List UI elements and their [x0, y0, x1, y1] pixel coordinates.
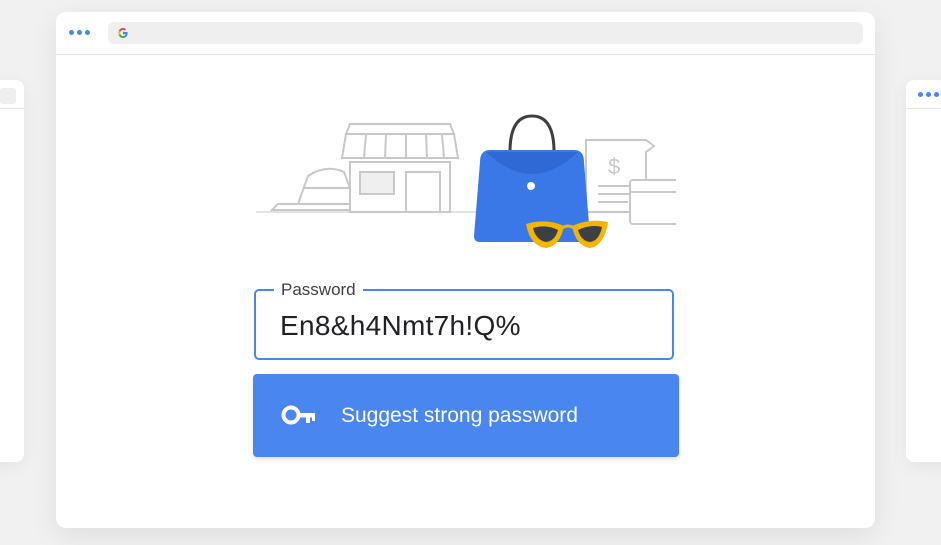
browser-toolbar — [56, 12, 875, 55]
password-field[interactable]: Password En8&h4Nmt7h!Q% — [254, 279, 674, 360]
storefront-icon — [340, 123, 460, 213]
password-input[interactable]: En8&h4Nmt7h!Q% — [280, 309, 521, 343]
three-dots-icon[interactable] — [69, 30, 90, 35]
background-window-left — [0, 80, 24, 462]
suggest-button-label: Suggest strong password — [341, 404, 578, 427]
background-window-right — [906, 80, 941, 462]
key-icon — [281, 405, 315, 425]
browser-window: $ Password En8&h4Nmt7h!Q% Suggest strong… — [56, 12, 875, 528]
background-address-bar — [0, 88, 16, 104]
address-bar[interactable] — [108, 22, 863, 44]
suggest-strong-password-button[interactable]: Suggest strong password — [253, 374, 679, 457]
stage: $ Password En8&h4Nmt7h!Q% Suggest strong… — [0, 0, 941, 545]
svg-text:$: $ — [608, 154, 620, 179]
three-dots-icon — [918, 92, 939, 97]
password-label: Password — [274, 279, 363, 301]
shopping-illustration: $ — [256, 114, 676, 248]
background-divider — [0, 108, 24, 109]
google-g-icon — [118, 28, 128, 38]
credit-card-icon — [629, 179, 676, 225]
background-divider — [906, 108, 941, 109]
